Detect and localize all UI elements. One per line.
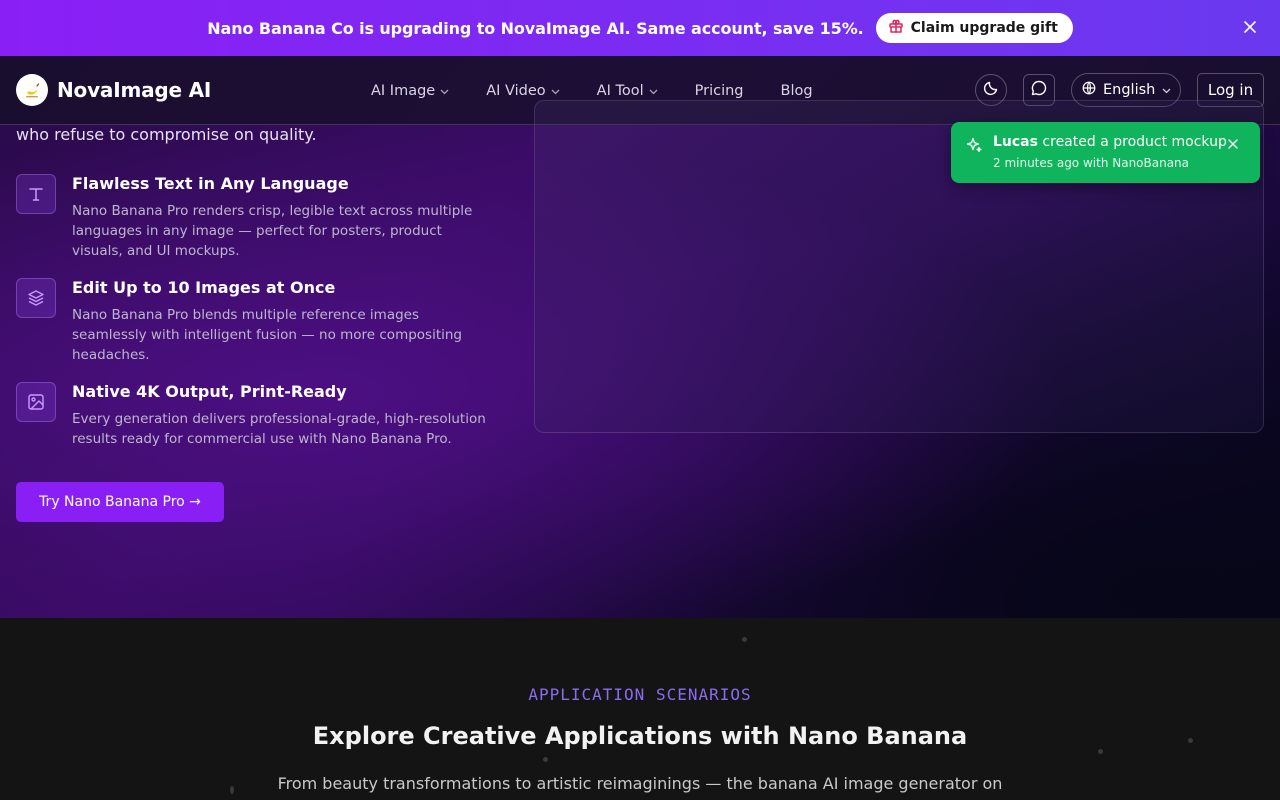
nav-item-label: AI Image	[371, 82, 436, 99]
brand-name: NovaImage AI	[57, 78, 212, 102]
section-eyebrow: APPLICATION SCENARIOS	[528, 685, 752, 704]
hero-tagline: who refuse to compromise on quality.	[16, 125, 317, 144]
feature-description: Nano Banana Pro blends multiple referenc…	[72, 307, 462, 363]
banner-close-button[interactable]	[1240, 18, 1260, 38]
nav-item-label: Blog	[780, 82, 813, 99]
sparkle-icon	[965, 136, 983, 154]
nav-item-label: AI Tool	[596, 82, 644, 99]
chevron-down-icon	[551, 83, 560, 99]
chevron-down-icon	[649, 83, 658, 99]
close-icon	[1243, 19, 1257, 38]
layers-icon	[16, 278, 56, 318]
toast-close-button[interactable]	[1226, 136, 1240, 150]
chat-bubble-icon	[1030, 79, 1048, 101]
nav-item-ai-video[interactable]: AI Video	[486, 82, 560, 99]
feature-title: Edit Up to 10 Images at Once	[72, 278, 336, 297]
announcement-banner: Nano Banana Co is upgrading to NovaImage…	[0, 0, 1280, 56]
logo-icon	[16, 74, 48, 106]
text-icon	[16, 174, 56, 214]
close-icon	[1228, 134, 1238, 153]
image-icon	[16, 382, 56, 422]
application-scenarios-section: APPLICATION SCENARIOS Explore Creative A…	[0, 618, 1280, 800]
feature-description: Nano Banana Pro renders crisp, legible t…	[72, 203, 473, 259]
section-subtitle: From beauty transformations to artistic …	[277, 774, 1003, 793]
brand-logo-link[interactable]: NovaImage AI	[16, 74, 211, 106]
activity-toast: Lucas created a product mockup 2 minutes…	[951, 122, 1260, 183]
globe-icon	[1082, 81, 1096, 99]
feature-description: Every generation delivers professional-g…	[72, 411, 486, 447]
toast-message: Lucas created a product mockup	[993, 134, 1227, 150]
try-nano-banana-pro-button[interactable]: Try Nano Banana Pro →	[16, 482, 224, 522]
claim-gift-button[interactable]: Claim upgrade gift	[875, 13, 1073, 43]
nav-item-ai-image[interactable]: AI Image	[371, 83, 449, 99]
toast-action: created a product mockup	[1042, 134, 1227, 150]
section-title: Explore Creative Applications with Nano …	[312, 722, 968, 750]
chevron-down-icon	[1162, 82, 1171, 98]
toast-meta: 2 minutes ago with NanoBanana	[993, 156, 1190, 170]
decorative-dot	[742, 637, 747, 642]
nav-item-label: AI Video	[486, 82, 546, 99]
nav-item-label: Pricing	[694, 82, 744, 99]
banner-message: Nano Banana Co is upgrading to NovaImage…	[207, 18, 864, 38]
nav-item-pricing[interactable]: Pricing	[695, 83, 744, 99]
feature-title: Native 4K Output, Print-Ready	[72, 382, 347, 401]
language-label: English	[1103, 82, 1156, 98]
decorative-dot	[543, 757, 548, 762]
chevron-down-icon	[440, 83, 449, 99]
gift-icon	[888, 18, 904, 38]
claim-gift-label: Claim upgrade gift	[910, 20, 1058, 36]
toast-user: Lucas	[993, 134, 1038, 150]
nav-item-blog[interactable]: Blog	[781, 83, 813, 99]
nav-item-ai-tool[interactable]: AI Tool	[597, 83, 658, 99]
moon-icon	[983, 80, 999, 100]
feature-title: Flawless Text in Any Language	[72, 174, 349, 193]
